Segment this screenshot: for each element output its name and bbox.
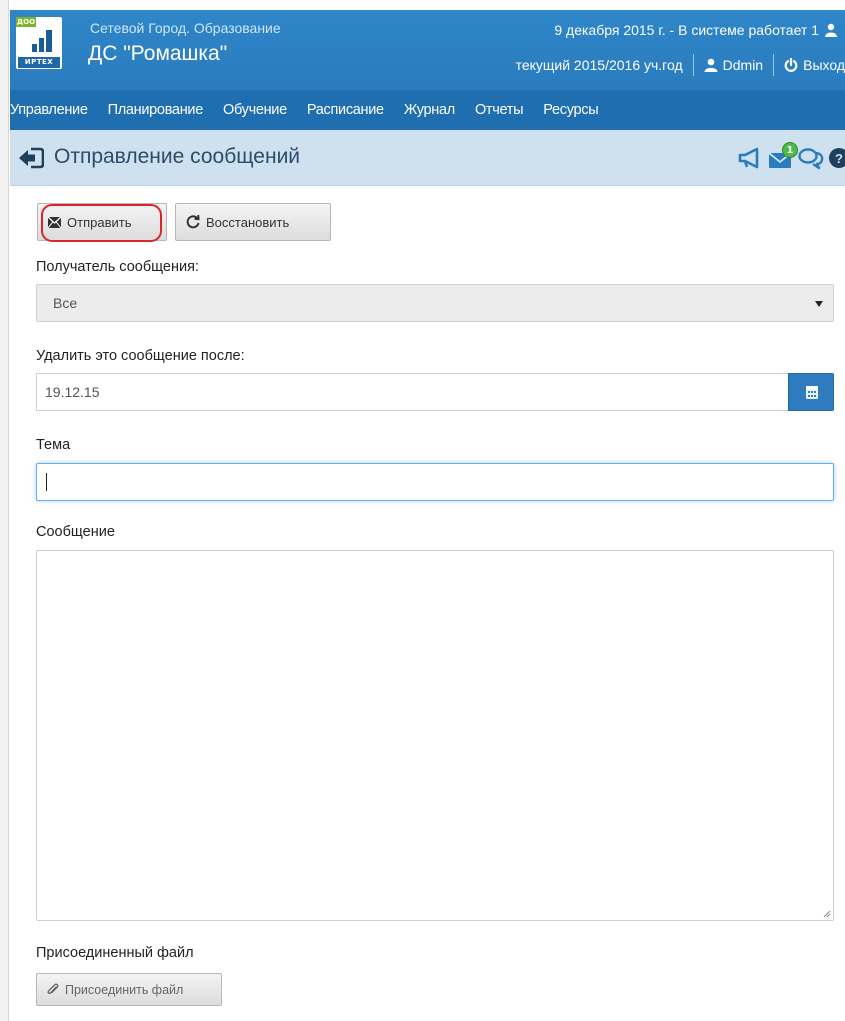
- announcement-icon[interactable]: [737, 145, 765, 171]
- recipient-select[interactable]: Все: [36, 284, 834, 322]
- status-text: 9 декабря 2015 г. - В системе работает 1: [554, 22, 819, 38]
- calendar-icon: [806, 386, 818, 399]
- school-year[interactable]: текущий 2015/2016 уч.год: [516, 57, 683, 73]
- delete-after-date-field[interactable]: 19.12.15: [36, 373, 788, 411]
- system-name: Сетевой Город. Образование: [90, 20, 281, 36]
- logo[interactable]: ДОО ИРТЕХ: [16, 17, 62, 69]
- attach-file-button[interactable]: Присоединить файл: [36, 973, 222, 1006]
- logo-brand: ИРТЕХ: [18, 57, 60, 68]
- titlebar-icons: 1 ?: [735, 142, 845, 172]
- logout-label: Выход: [803, 57, 845, 73]
- mail-count-badge: 1: [782, 142, 798, 158]
- resize-handle-icon[interactable]: [823, 910, 831, 918]
- organization-name: ДС "Ромашка": [88, 42, 228, 65]
- page-title: Отправление сообщений: [54, 145, 301, 168]
- back-icon[interactable]: [18, 147, 44, 169]
- recipient-label: Получатель сообщения:: [36, 259, 199, 275]
- svg-text:?: ?: [835, 151, 843, 166]
- attach-file-label: Присоединить файл: [65, 982, 184, 997]
- divider: [773, 54, 775, 76]
- menu-item-planning[interactable]: Планирование: [98, 102, 213, 118]
- page-titlebar: Отправление сообщений 1 ?: [10, 130, 845, 186]
- menu-item-journal[interactable]: Журнал: [394, 102, 465, 118]
- user-link[interactable]: Ddmin: [704, 57, 763, 73]
- mail-button[interactable]: 1: [767, 142, 798, 171]
- send-label: Отправить: [67, 214, 132, 230]
- restore-button[interactable]: Восстановить: [175, 203, 331, 241]
- online-users-icon[interactable]: [825, 23, 837, 37]
- menu-item-schedule[interactable]: Расписание: [297, 102, 394, 118]
- header-user-row: текущий 2015/2016 уч.год Ddmin Выход: [516, 52, 845, 78]
- menu-item-education[interactable]: Обучение: [213, 102, 297, 118]
- subject-input[interactable]: [36, 463, 834, 501]
- menu-item-management[interactable]: Управление: [10, 102, 98, 118]
- logo-tag: ДОО: [16, 17, 36, 27]
- chat-icon[interactable]: [797, 145, 825, 171]
- help-icon[interactable]: ?: [827, 145, 845, 171]
- menu-item-reports[interactable]: Отчеты: [465, 102, 533, 118]
- main-menu: Управление Планирование Обучение Расписа…: [10, 90, 845, 130]
- power-icon: [784, 58, 798, 72]
- user-name: Ddmin: [722, 57, 764, 73]
- refresh-icon: [186, 215, 200, 229]
- message-textarea[interactable]: [36, 550, 834, 921]
- restore-label: Восстановить: [206, 214, 290, 230]
- paperclip-icon: [47, 983, 59, 995]
- window-edge: [0, 0, 9, 1021]
- recipient-value: Все: [53, 295, 78, 311]
- user-icon: [704, 58, 718, 72]
- delete-after-label: Удалить это сообщение после:: [36, 348, 245, 364]
- envelope-icon: [48, 216, 61, 228]
- send-button[interactable]: Отправить: [37, 203, 167, 241]
- text-cursor: [46, 473, 47, 491]
- menu-item-resources[interactable]: Ресурсы: [533, 102, 608, 118]
- app-header: ДОО ИРТЕХ Сетевой Город. Образование ДС …: [10, 10, 845, 90]
- attachment-label: Присоединенный файл: [36, 945, 194, 961]
- logout-link[interactable]: Выход: [784, 57, 845, 73]
- message-label: Сообщение: [36, 524, 115, 540]
- divider: [692, 54, 694, 76]
- calendar-button[interactable]: [788, 373, 834, 411]
- caret-down-icon: [815, 301, 823, 307]
- logo-bars-icon: [32, 30, 56, 52]
- subject-label: Тема: [36, 437, 71, 453]
